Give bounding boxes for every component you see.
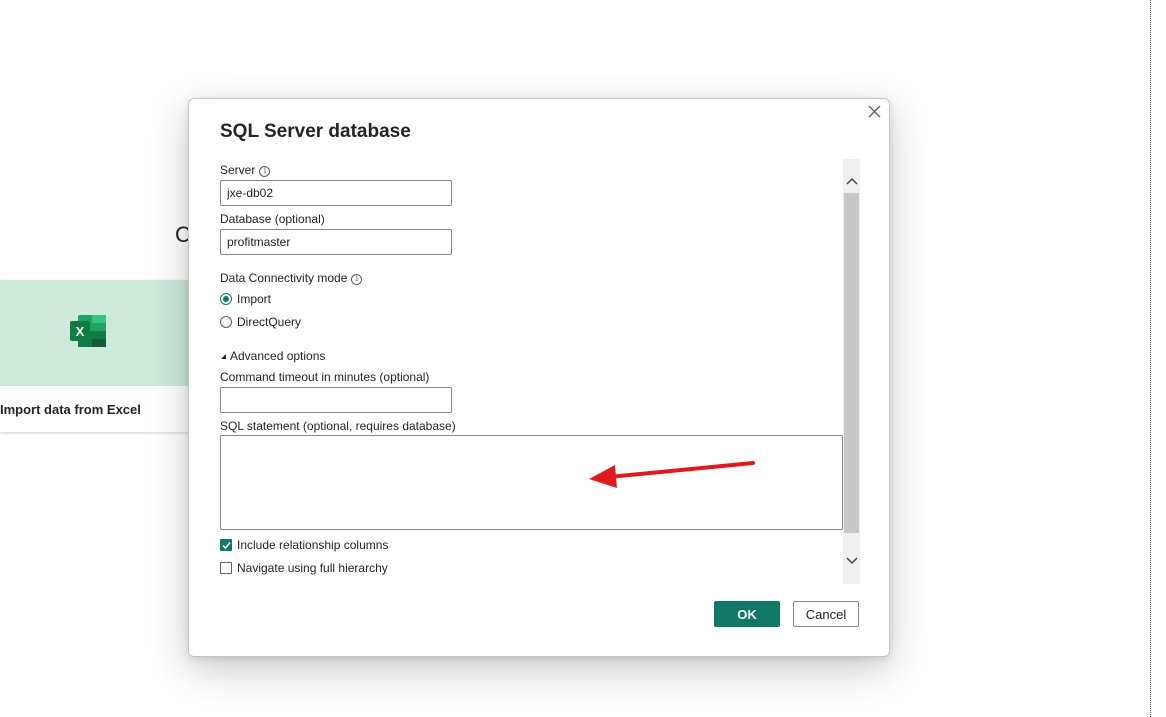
import-excel-card[interactable]: X Import data from Excel [0, 280, 200, 432]
scroll-up-button[interactable] [843, 171, 860, 191]
ok-button[interactable]: OK [714, 601, 780, 627]
navigate-full-hierarchy-checkbox[interactable]: Navigate using full hierarchy [220, 561, 388, 575]
annotation-arrow-icon [587, 457, 757, 496]
close-button[interactable] [863, 103, 885, 125]
svg-text:X: X [76, 324, 85, 339]
excel-card-banner: X [0, 280, 200, 386]
radio-button-selected[interactable] [220, 293, 232, 305]
timeout-label: Command timeout in minutes (optional) [220, 370, 430, 384]
checkmark-icon [221, 541, 231, 549]
screen: C X Import data from Excel SQL Server da… [0, 0, 1166, 717]
info-icon[interactable]: i [259, 165, 271, 177]
radio-directquery-label: DirectQuery [237, 315, 302, 329]
radio-import-label: Import [237, 292, 272, 306]
info-icon[interactable]: i [351, 273, 363, 285]
radio-button[interactable] [220, 316, 232, 328]
database-label: Database (optional) [220, 212, 325, 226]
window-edge-divider [1150, 0, 1151, 717]
chevron-down-icon [845, 552, 858, 570]
database-input[interactable] [220, 229, 452, 255]
excel-card-label: Import data from Excel [0, 402, 141, 417]
connectivity-label: Data Connectivity mode [220, 271, 348, 285]
advanced-options-toggle[interactable]: Advanced options [220, 349, 325, 363]
scroll-down-button[interactable] [843, 551, 860, 571]
dialog-title: SQL Server database [220, 121, 411, 142]
cancel-button[interactable]: Cancel [793, 601, 859, 627]
server-label: Server [220, 163, 256, 177]
checkbox-checked[interactable] [220, 539, 232, 551]
connectivity-label-row: Data Connectivity mode i [220, 271, 363, 285]
scrollbar-thumb[interactable] [844, 193, 859, 533]
server-input[interactable] [220, 180, 452, 206]
timeout-input[interactable] [220, 387, 452, 413]
radio-directquery[interactable]: DirectQuery [220, 315, 301, 329]
navigate-full-hierarchy-label: Navigate using full hierarchy [237, 561, 388, 575]
sql-server-dialog: SQL Server database Server i Database (o… [188, 98, 890, 657]
server-label-row: Server i [220, 163, 271, 177]
radio-import[interactable]: Import [220, 292, 271, 306]
excel-icon: X [70, 314, 106, 352]
vertical-scrollbar[interactable] [843, 159, 860, 584]
caret-down-icon [220, 349, 227, 363]
include-relationship-columns-label: Include relationship columns [237, 538, 389, 552]
advanced-options-label: Advanced options [230, 349, 326, 363]
include-relationship-columns-checkbox[interactable]: Include relationship columns [220, 538, 388, 552]
chevron-up-icon [845, 172, 858, 190]
checkbox[interactable] [220, 562, 232, 574]
sql-statement-label: SQL statement (optional, requires databa… [220, 419, 456, 433]
close-icon [868, 105, 881, 123]
